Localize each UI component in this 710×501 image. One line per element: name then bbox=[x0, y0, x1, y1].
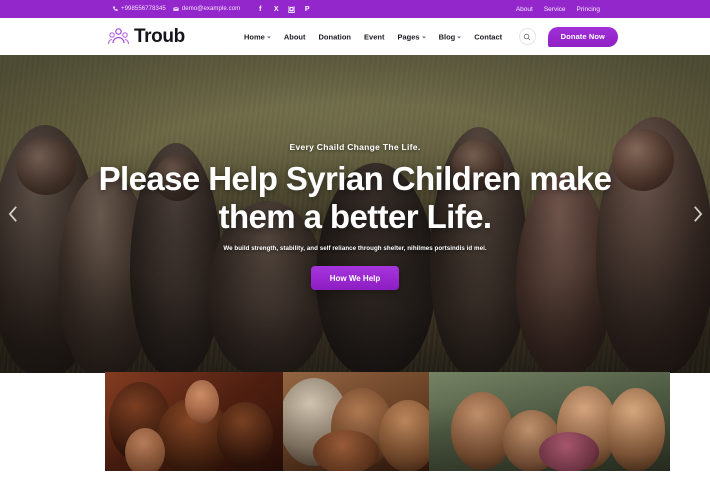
chevron-down-icon bbox=[266, 36, 271, 38]
how-we-help-button[interactable]: How We Help bbox=[311, 266, 399, 290]
search-button[interactable] bbox=[518, 28, 536, 45]
nav-item-blog[interactable]: Blog bbox=[439, 32, 462, 41]
pinterest-icon[interactable]: P bbox=[303, 5, 311, 13]
phone-contact[interactable]: +998556778345 bbox=[112, 6, 166, 12]
email-contact[interactable]: demo@example.com bbox=[173, 6, 240, 12]
nav-item-contact[interactable]: Contact bbox=[474, 32, 502, 41]
brand-name: Troub bbox=[134, 25, 185, 47]
hero-next-arrow[interactable] bbox=[689, 201, 705, 227]
email-address: demo@example.com bbox=[181, 6, 241, 12]
phone-number: +998556778345 bbox=[121, 6, 166, 12]
hero-eyebrow: Every Chaild Change The Life. bbox=[289, 142, 421, 152]
envelope-icon bbox=[173, 6, 179, 12]
chevron-down-icon bbox=[421, 36, 426, 38]
nav-item-about[interactable]: About bbox=[284, 32, 306, 41]
hero-prev-arrow[interactable] bbox=[5, 201, 21, 227]
nav-menu: Home About Donation Event Pages Blog Con… bbox=[244, 32, 502, 41]
hero-subtitle: We build strength, stability, and self r… bbox=[223, 245, 487, 252]
gallery-image-2[interactable] bbox=[283, 372, 429, 471]
nav-item-blog-label: Blog bbox=[438, 32, 456, 41]
phone-icon bbox=[112, 6, 118, 12]
gallery-image-3[interactable] bbox=[429, 372, 670, 471]
chevron-down-icon bbox=[457, 36, 462, 38]
gallery-image-1[interactable] bbox=[105, 372, 283, 471]
nav-item-home-label: Home bbox=[244, 32, 265, 41]
hero-title: Please Help Syrian Children make them a … bbox=[98, 160, 612, 235]
search-icon bbox=[523, 29, 531, 44]
nav-item-home[interactable]: Home bbox=[244, 32, 271, 41]
topbar-link-service[interactable]: Service bbox=[544, 6, 566, 13]
photo-gallery-strip bbox=[105, 372, 670, 471]
hero-slider: Every Chaild Change The Life. Please Hel… bbox=[0, 55, 710, 373]
nav-item-donation[interactable]: Donation bbox=[319, 32, 352, 41]
nav-item-event[interactable]: Event bbox=[364, 32, 384, 41]
facebook-icon[interactable]: f bbox=[256, 5, 264, 13]
donate-now-button[interactable]: Donate Now bbox=[547, 26, 618, 47]
topbar-links: About Service Princing bbox=[516, 0, 600, 18]
main-navigation-bar: Troub Home About Donation Event Pages Bl… bbox=[0, 18, 710, 55]
nav-item-pages-label: Pages bbox=[397, 32, 420, 41]
topbar-contact-group: +998556778345 demo@example.com f X P bbox=[112, 0, 311, 18]
x-twitter-icon[interactable]: X bbox=[272, 5, 280, 13]
social-links: f X P bbox=[256, 5, 311, 13]
topbar-link-about[interactable]: About bbox=[516, 6, 533, 13]
nav-item-pages[interactable]: Pages bbox=[397, 32, 426, 41]
hero-content: Every Chaild Change The Life. Please Hel… bbox=[0, 55, 710, 290]
people-group-icon bbox=[108, 27, 129, 46]
brand-logo[interactable]: Troub bbox=[108, 26, 185, 48]
topbar-link-pricing[interactable]: Princing bbox=[577, 6, 600, 13]
page-root: +998556778345 demo@example.com f X P Abo… bbox=[0, 0, 710, 501]
top-utility-bar: +998556778345 demo@example.com f X P Abo… bbox=[0, 0, 710, 18]
nav-actions: Donate Now bbox=[518, 26, 618, 47]
instagram-icon[interactable] bbox=[288, 5, 296, 13]
